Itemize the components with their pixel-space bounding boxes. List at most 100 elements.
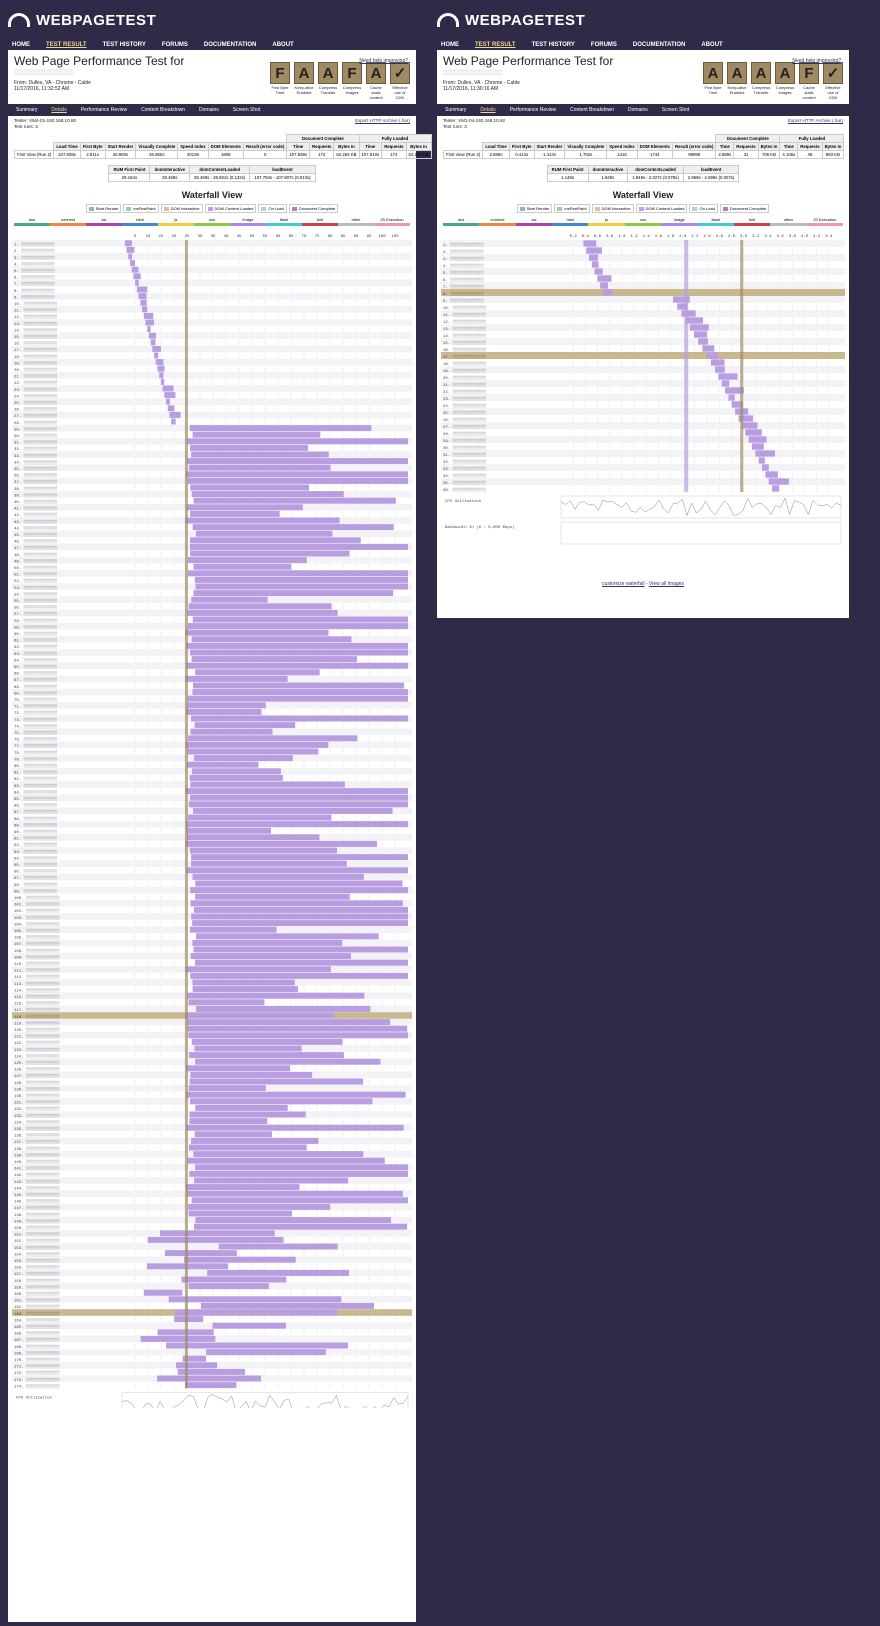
cell: 174 xyxy=(381,150,407,159)
cell: 706 KB xyxy=(757,150,781,159)
table-row xyxy=(12,253,412,260)
need-help-link[interactable]: Need help improving? xyxy=(792,58,841,64)
legend-item: DOM Interactive xyxy=(591,204,634,213)
view-all-images-link[interactable]: View all Images xyxy=(649,581,684,587)
request-bar xyxy=(195,1164,408,1171)
cell[interactable]: First View (Run 2) xyxy=(13,150,55,159)
nav-test-history[interactable]: TEST HISTORY xyxy=(103,42,146,48)
request-bar xyxy=(187,1019,391,1026)
nav-forums[interactable]: FORUMS xyxy=(591,42,617,48)
tick-label: 3.0 xyxy=(740,235,748,239)
grade-first-byte[interactable]: A xyxy=(703,62,723,84)
brand[interactable]: WEBPAGETEST xyxy=(437,0,849,40)
request-bar xyxy=(185,1184,300,1191)
nav-home[interactable]: HOME xyxy=(12,42,30,48)
nav-about[interactable]: ABOUT xyxy=(701,42,722,48)
brand[interactable]: WEBPAGETEST xyxy=(8,0,416,40)
tab-performance-review[interactable]: Performance Review xyxy=(81,107,127,113)
request-bar xyxy=(186,662,408,669)
tab-details[interactable]: Details xyxy=(480,107,495,113)
tick-label: 40 xyxy=(224,235,229,239)
nav-documentation[interactable]: DOCUMENTATION xyxy=(633,42,685,48)
nav-test-result[interactable]: TEST RESULT xyxy=(475,42,516,48)
request-bar xyxy=(681,310,696,317)
type-item: js xyxy=(588,217,625,226)
request-bar xyxy=(706,352,719,359)
nav-test-result[interactable]: TEST RESULT xyxy=(46,42,87,48)
tick-label: 0.2 xyxy=(570,235,578,239)
cell: 62,287 KB xyxy=(405,150,432,159)
cpu-label: CPU Utilization xyxy=(445,499,482,504)
cell: 1415 xyxy=(606,150,638,159)
tab-domains[interactable]: Domains xyxy=(199,107,219,113)
request-bar xyxy=(185,471,408,478)
tab-performance-review[interactable]: Performance Review xyxy=(510,107,556,113)
request-bar xyxy=(191,1197,408,1204)
nav-forums[interactable]: FORUMS xyxy=(162,42,188,48)
tick-label: 0.4 xyxy=(582,235,590,239)
tab-summary[interactable]: Summary xyxy=(445,107,466,113)
type-item: js xyxy=(158,217,194,226)
grade-label: First Byte Time xyxy=(271,85,289,95)
customize-waterfall-link[interactable]: customize waterfall xyxy=(602,581,645,587)
nav-home[interactable]: HOME xyxy=(441,42,459,48)
need-help-link[interactable]: Need help improving? xyxy=(359,58,408,64)
grade-keep-alive[interactable]: A xyxy=(294,62,314,84)
tab-screen-shot[interactable]: Screen Shot xyxy=(233,107,261,113)
request-bar xyxy=(188,801,408,808)
grade-compress-images[interactable]: A xyxy=(775,62,795,84)
request-bar xyxy=(192,873,364,880)
type-legend: dns connect ssl html js css image flash … xyxy=(14,217,410,226)
export-har-link[interactable]: Export HTTP Archive (.har) xyxy=(788,118,843,124)
legend-item: Document Complete xyxy=(719,204,770,213)
export-har-link[interactable]: Export HTTP Archive (.har) xyxy=(355,118,410,124)
legend-label: DOM Content Loaded xyxy=(214,206,254,211)
nav-about[interactable]: ABOUT xyxy=(272,42,293,48)
table-row xyxy=(12,292,412,300)
tab-content-breakdown[interactable]: Content Breakdown xyxy=(141,107,185,113)
col-header: Requests xyxy=(381,142,407,151)
grade-compress-transfer[interactable]: A xyxy=(318,62,338,84)
request-bar xyxy=(186,702,266,709)
grade-compress-transfer[interactable]: A xyxy=(751,62,771,84)
legend-item: msFirstPaint xyxy=(123,204,159,213)
legend-label: msFirstPaint xyxy=(564,206,587,211)
tab-summary[interactable]: Summary xyxy=(16,107,37,113)
cell[interactable]: First View (Run 2) xyxy=(442,150,484,159)
grade-cache-static[interactable]: F xyxy=(799,62,819,84)
request-bar xyxy=(185,675,288,682)
legend-item: Start Render xyxy=(516,204,553,213)
request-bar xyxy=(133,273,141,280)
request-label: 174. ░░░░░░░░░░░░░░ xyxy=(14,1383,60,1389)
request-bar xyxy=(186,761,259,768)
grade-compress-images[interactable]: F xyxy=(342,62,362,84)
tab-screen-shot[interactable]: Screen Shot xyxy=(662,107,690,113)
request-bar xyxy=(192,979,295,986)
nav-test-history[interactable]: TEST HISTORY xyxy=(532,42,575,48)
grade-cdn[interactable]: ✓ xyxy=(390,62,410,84)
cell: 2.869s - 2.899s (0.007s) xyxy=(682,173,740,182)
request-bar xyxy=(762,464,769,471)
bandwidth-label: Bandwidth In (0 - 5,000 Kbps) xyxy=(445,525,515,530)
grade-cdn[interactable]: ✓ xyxy=(823,62,843,84)
request-bar xyxy=(718,373,738,380)
nav-documentation[interactable]: DOCUMENTATION xyxy=(204,42,256,48)
request-bar xyxy=(195,893,350,900)
type-item: flash xyxy=(697,217,734,226)
col-header: Start Render xyxy=(533,142,566,151)
col-header: Load Time xyxy=(53,142,81,151)
tick-label: 2.2 xyxy=(691,235,699,239)
tick-label: 3.4 xyxy=(764,235,772,239)
table-row xyxy=(12,332,412,339)
grade-label: Keep-alive Enabled xyxy=(294,85,314,95)
grade-cache-static[interactable]: A xyxy=(366,62,386,84)
tab-domains[interactable]: Domains xyxy=(628,107,648,113)
grade-first-byte[interactable]: F xyxy=(270,62,290,84)
tab-details[interactable]: Details xyxy=(51,107,66,113)
tab-content-breakdown[interactable]: Content Breakdown xyxy=(570,107,614,113)
cell: 0 xyxy=(242,150,288,159)
timing-marker xyxy=(184,240,188,1389)
table-row xyxy=(441,422,845,429)
grade-keep-alive[interactable]: A xyxy=(727,62,747,84)
request-bar xyxy=(187,814,332,821)
